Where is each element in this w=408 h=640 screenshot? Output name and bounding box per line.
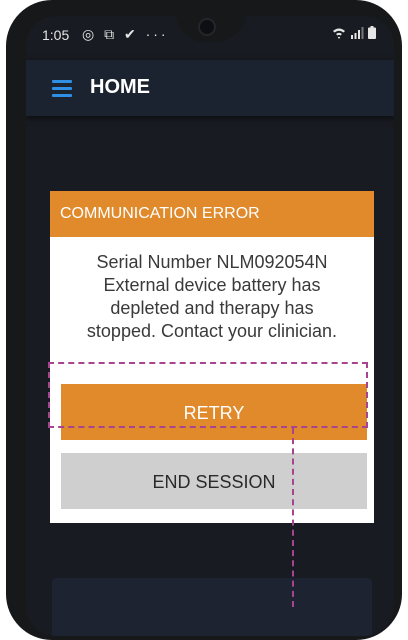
dialog-message: Serial Number NLM092054N External device… [50,251,374,343]
message-line: Serial Number NLM092054N [96,252,328,272]
message-line: stopped. Contact your clinician. [86,321,338,341]
status-icons-right [332,26,376,39]
message-line: depleted and therapy has [110,298,314,318]
communication-error-dialog: COMMUNICATION ERROR Serial Number NLM092… [50,191,374,523]
signal-icon [351,26,364,39]
message-line: External device battery has [103,275,321,295]
status-time: 1:05 [42,27,70,43]
page-title: HOME [90,76,150,98]
hamburger-menu-icon[interactable] [52,80,72,97]
callout-leader-line [292,428,294,607]
status-bar: 1:05 ◎ ⧉ ✔ ··· [26,16,394,60]
phone-frame: 1:05 ◎ ⧉ ✔ ··· HOME COMMUNICATION ERROR … [6,0,402,640]
app-bar: HOME [26,60,394,116]
notification-icons: ◎ ⧉ ✔ ··· [82,26,169,42]
battery-icon [368,26,376,39]
background-card [52,578,372,636]
end-session-button[interactable]: END SESSION [61,453,367,509]
dialog-title: COMMUNICATION ERROR [50,191,374,237]
wifi-icon [333,28,345,39]
retry-highlight-callout [48,362,368,428]
phone-screen: 1:05 ◎ ⧉ ✔ ··· HOME COMMUNICATION ERROR … [26,16,394,636]
